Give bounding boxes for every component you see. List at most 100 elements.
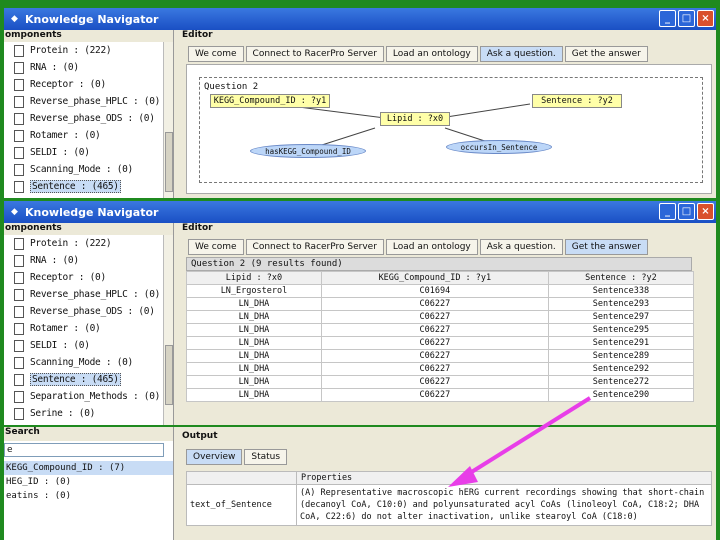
- node-sentence[interactable]: Sentence : ?y2: [532, 94, 622, 108]
- document-icon: [14, 163, 24, 176]
- table-row[interactable]: LN_DHA C06227 Sentence289: [186, 349, 695, 363]
- tree-item[interactable]: Receptor : (0): [4, 76, 173, 93]
- components-header: omponents: [4, 30, 173, 42]
- table-cell: C06227: [320, 388, 549, 402]
- document-icon: [14, 112, 24, 125]
- tree-item[interactable]: Receptor : (0): [4, 269, 173, 286]
- tree-item[interactable]: Reverse_phase_ODS : (0): [4, 110, 173, 127]
- search-result-item[interactable]: KEGG_Compound_ID : (7): [4, 461, 173, 475]
- table-cell: C06227: [320, 336, 549, 350]
- tree-item[interactable]: Rotamer : (0): [4, 127, 173, 144]
- table-cell: LN_DHA: [186, 323, 322, 337]
- edge-has-kegg[interactable]: hasKEGG_Compound_ID: [250, 144, 366, 158]
- column-header[interactable]: Lipid : ?x0: [186, 271, 322, 285]
- tab-2[interactable]: Load an ontology: [385, 46, 478, 62]
- tree-item[interactable]: RNA : (0): [4, 59, 173, 76]
- components-panel: omponents Protein : (222) RNA : (0) Recept…: [4, 223, 174, 425]
- query-panel: Question 2 KEGG_Compound_ID : ?y1 Lipid …: [186, 64, 712, 194]
- components-panel: omponents Protein : (222) RNA : (0) Recept…: [4, 30, 174, 198]
- tree-item[interactable]: Separation_Methods : (0): [4, 388, 173, 405]
- search-result-item[interactable]: HEG_ID : (0): [4, 475, 173, 489]
- table-row[interactable]: LN_DHA C06227 Sentence292: [186, 362, 695, 376]
- tab-2[interactable]: Load an ontology: [385, 239, 478, 255]
- results-table: Lipid : ?x0 KEGG_Compound_ID : ?y1 Sentenc…: [186, 271, 695, 402]
- table-row[interactable]: LN_DHA C06227 Sentence291: [186, 336, 695, 350]
- window-title: Knowledge Navigator: [25, 205, 159, 219]
- tree-item[interactable]: Sentence : (465): [4, 371, 173, 388]
- tab-0[interactable]: We come: [188, 239, 244, 255]
- minimize-button[interactable]: _: [659, 10, 676, 27]
- tab-0[interactable]: Overview: [186, 449, 243, 465]
- minimize-button[interactable]: _: [659, 203, 676, 220]
- tree-item[interactable]: Serine : (0): [4, 405, 173, 422]
- results-header: Question 2 (9 results found): [186, 257, 692, 271]
- search-input[interactable]: e: [4, 443, 164, 457]
- tree-item[interactable]: Protein : (222): [4, 235, 173, 252]
- tree-item[interactable]: Reverse_phase_HPLC : (0): [4, 286, 173, 303]
- search-result-item[interactable]: eatins : (0): [4, 489, 173, 503]
- table-row[interactable]: LN_DHA C06227 Sentence272: [186, 375, 695, 389]
- table-cell: Sentence295: [547, 323, 695, 337]
- tab-4[interactable]: Get the answer: [564, 239, 648, 255]
- document-icon: [14, 356, 24, 369]
- app-icon: ◆: [11, 14, 18, 24]
- table-cell: C06227: [320, 375, 549, 389]
- scrollbar-thumb[interactable]: [165, 132, 173, 192]
- tab-1[interactable]: Status: [244, 449, 288, 465]
- table-cell: C06227: [320, 323, 549, 337]
- table-cell: C01694: [320, 284, 549, 298]
- tab-0[interactable]: We come: [188, 46, 244, 62]
- close-button[interactable]: ×: [697, 203, 714, 220]
- column-header[interactable]: KEGG_Compound_ID : ?y1: [320, 271, 549, 285]
- document-icon: [14, 390, 24, 403]
- output-tabs: Overview Status: [186, 449, 289, 465]
- title-bar: ◆ Knowledge Navigator _ □ ×: [4, 201, 716, 223]
- document-icon: [14, 373, 24, 386]
- close-button[interactable]: ×: [697, 10, 714, 27]
- table-row[interactable]: LN_DHA C06227 Sentence290: [186, 388, 695, 402]
- document-icon: [14, 305, 24, 318]
- table-cell: LN_DHA: [186, 297, 322, 311]
- editor-tabs: We come Connect to RacerPro Server Load an…: [188, 46, 650, 62]
- tab-3[interactable]: Ask a question.: [479, 46, 563, 62]
- scrollbar[interactable]: [163, 235, 173, 425]
- node-lipid[interactable]: Lipid : ?x0: [380, 112, 450, 126]
- table-cell: Sentence272: [547, 375, 695, 389]
- tab-4[interactable]: Get the answer: [564, 46, 648, 62]
- column-header[interactable]: Sentence : ?y2: [547, 271, 695, 285]
- output-panel: Output Overview Status Properties text_of…: [178, 427, 716, 540]
- tree-item[interactable]: Protein : (222): [4, 42, 173, 59]
- edge-occurs-in[interactable]: occursIn_Sentence: [446, 140, 552, 154]
- document-icon: [14, 288, 24, 301]
- tree-item[interactable]: Scanning_Mode : (0): [4, 354, 173, 371]
- document-icon: [14, 180, 24, 193]
- output-header: Output: [182, 431, 218, 441]
- scrollbar-thumb[interactable]: [165, 345, 173, 405]
- tab-1[interactable]: Connect to RacerPro Server: [245, 46, 384, 62]
- tree-item[interactable]: Scanning_Mode : (0): [4, 161, 173, 178]
- maximize-button[interactable]: □: [678, 203, 695, 220]
- table-cell: LN_DHA: [186, 349, 322, 363]
- maximize-button[interactable]: □: [678, 10, 695, 27]
- tree-item[interactable]: SELDI : (0): [4, 144, 173, 161]
- document-icon: [14, 95, 24, 108]
- node-kegg[interactable]: KEGG_Compound_ID : ?y1: [210, 94, 330, 108]
- tree-item[interactable]: SELDI : (0): [4, 337, 173, 354]
- table-cell: Sentence293: [547, 297, 695, 311]
- tree-item[interactable]: Sentence : (465): [4, 178, 173, 195]
- scrollbar[interactable]: [163, 42, 173, 198]
- editor-tabs: We come Connect to RacerPro Server Load an…: [188, 239, 650, 255]
- components-tree: Protein : (222) RNA : (0) Receptor : (0) Re…: [4, 42, 173, 195]
- table-row[interactable]: LN_DHA C06227 Sentence293: [186, 297, 695, 311]
- tree-item[interactable]: RNA : (0): [4, 252, 173, 269]
- table-row[interactable]: LN_DHA C06227 Sentence297: [186, 310, 695, 324]
- tab-3[interactable]: Ask a question.: [479, 239, 563, 255]
- table-cell: Sentence291: [547, 336, 695, 350]
- table-row[interactable]: LN_Ergosterol C01694 Sentence338: [186, 284, 695, 298]
- tree-item[interactable]: Reverse_phase_ODS : (0): [4, 303, 173, 320]
- document-icon: [14, 61, 24, 74]
- tab-1[interactable]: Connect to RacerPro Server: [245, 239, 384, 255]
- table-row[interactable]: LN_DHA C06227 Sentence295: [186, 323, 695, 337]
- tree-item[interactable]: Rotamer : (0): [4, 320, 173, 337]
- tree-item[interactable]: Reverse_phase_HPLC : (0): [4, 93, 173, 110]
